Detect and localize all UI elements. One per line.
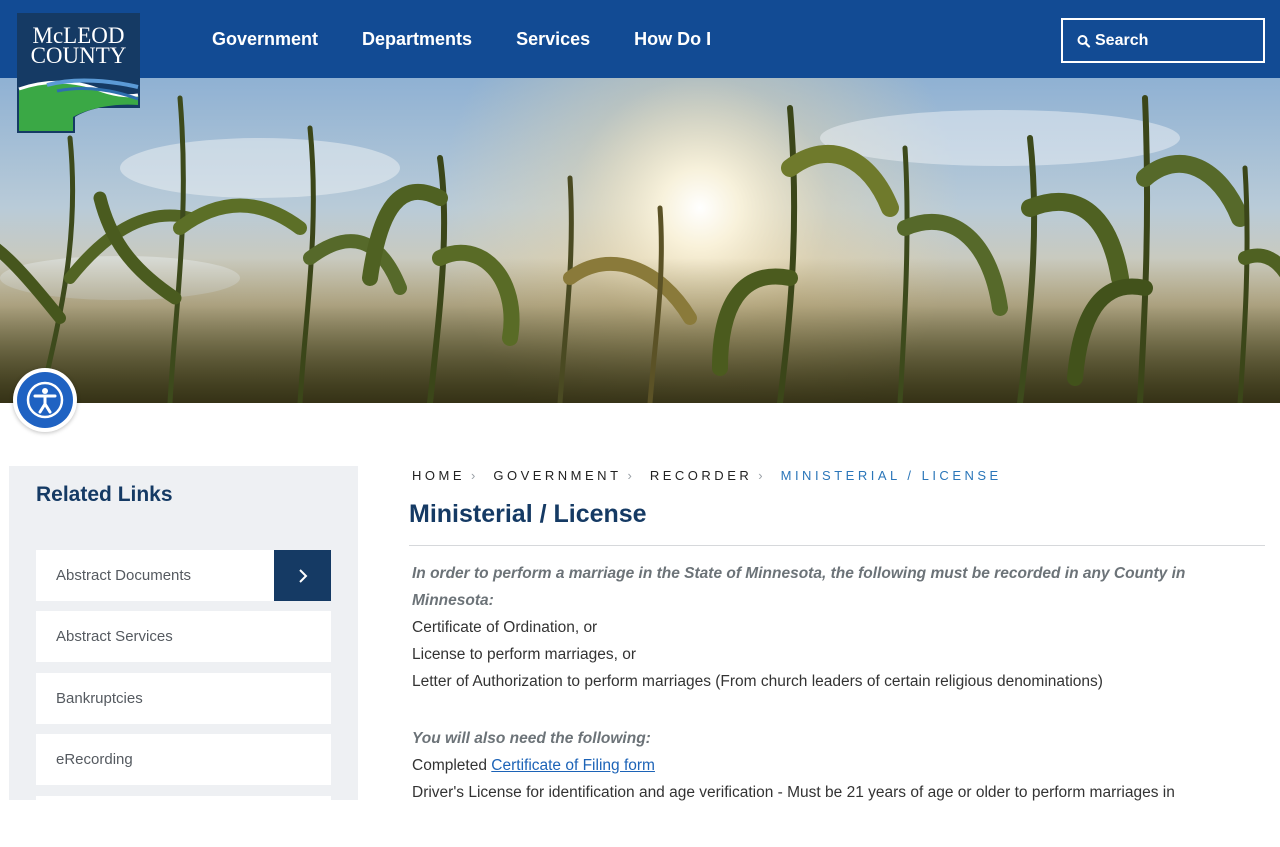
intro-text: In order to perform a marriage in the St…	[412, 565, 1186, 609]
drivers-license-line: Driver's License for identification and …	[412, 784, 1175, 801]
chevron-right-icon[interactable]	[274, 550, 331, 601]
sidebar-item-abstract-documents[interactable]: Abstract Documents	[36, 550, 331, 601]
nav-departments[interactable]: Departments	[362, 29, 472, 50]
breadcrumb: HOME › GOVERNMENT › RECORDER › MINISTERI…	[412, 466, 1002, 484]
completed-form-line: Completed Certificate of Filing form	[412, 752, 1262, 779]
certificate-of-filing-link[interactable]: Certificate of Filing form	[491, 757, 655, 774]
sidebar-item-label: Abstract Documents	[56, 567, 192, 584]
accessibility-button[interactable]	[13, 368, 77, 432]
sidebar-item-label: Bankruptcies	[56, 690, 143, 707]
page-content: In order to perform a marriage in the St…	[412, 560, 1262, 806]
breadcrumb-separator-icon: ›	[471, 467, 476, 483]
breadcrumb-separator-icon: ›	[627, 467, 632, 483]
sidebar-item-abstract-services[interactable]: Abstract Services	[36, 611, 331, 662]
breadcrumb-home[interactable]: HOME	[412, 468, 465, 483]
search-button[interactable]: Search	[1061, 18, 1265, 63]
breadcrumb-current: MINISTERIAL / LICENSE	[780, 467, 1002, 483]
page-title: Ministerial / License	[409, 500, 647, 528]
sidebar-item-label: eRecording	[56, 751, 133, 768]
nav-services[interactable]: Services	[516, 29, 590, 50]
cornfield-illustration	[0, 78, 1280, 403]
sidebar-item-erecording[interactable]: eRecording	[36, 734, 331, 785]
logo-text-line2: COUNTY	[30, 43, 127, 68]
completed-prefix: Completed	[412, 757, 487, 774]
also-need-heading: You will also need the following:	[412, 730, 651, 747]
accessibility-icon	[17, 372, 73, 428]
breadcrumb-government[interactable]: GOVERNMENT	[493, 468, 621, 483]
sidebar-item-next[interactable]	[36, 796, 331, 847]
logo-landscape-icon	[17, 77, 140, 133]
doc-item: Letter of Authorization to perform marri…	[412, 673, 1103, 690]
sidebar-item-bankruptcies[interactable]: Bankruptcies	[36, 673, 331, 724]
nav-government[interactable]: Government	[212, 29, 318, 50]
search-icon	[1077, 34, 1091, 48]
breadcrumb-recorder[interactable]: RECORDER	[650, 468, 752, 483]
hero-image	[0, 78, 1280, 403]
title-divider	[409, 545, 1265, 546]
nav-how-do-i[interactable]: How Do I	[634, 29, 711, 50]
site-header: Government Departments Services How Do I…	[0, 0, 1280, 78]
search-label: Search	[1095, 31, 1149, 49]
doc-item: Certificate of Ordination, or	[412, 619, 598, 636]
breadcrumb-separator-icon: ›	[758, 467, 763, 483]
county-logo[interactable]: McLEOD COUNTY	[17, 13, 140, 133]
main-nav: Government Departments Services How Do I	[190, 0, 733, 78]
doc-item: License to perform marriages, or	[412, 646, 636, 663]
sidebar-item-label: Abstract Services	[56, 628, 173, 645]
related-links-sidebar: Related Links Abstract Documents Abstrac…	[9, 466, 358, 847]
sidebar-title: Related Links	[36, 483, 173, 506]
